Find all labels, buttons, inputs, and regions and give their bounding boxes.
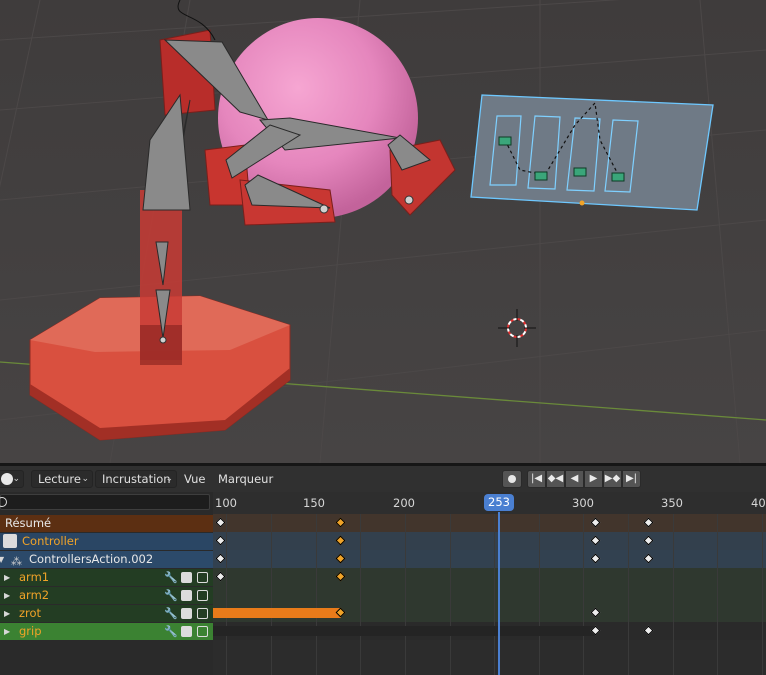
hold-bar-grip [213, 626, 596, 636]
wrench-icon[interactable]: 🔧 [164, 569, 178, 584]
wrench-icon[interactable]: 🔧 [164, 623, 178, 638]
timeline-row-summary [213, 514, 766, 532]
keying-menu-label: Incrustation [102, 472, 171, 486]
armature-icon [3, 534, 17, 548]
channel-group-arm2[interactable]: ▶ arm2 🔧 [0, 587, 213, 604]
channel-group-label: arm1 [19, 570, 50, 584]
play-reverse-button[interactable]: ◀ [565, 470, 584, 488]
wrench-icon[interactable]: 🔧 [164, 587, 178, 602]
gridline [673, 514, 674, 675]
timeline-row-object [213, 532, 766, 550]
dopesheet-header: ⌄ Lecture ⌄ Incrustation ⌄ Vue Marqueur … [0, 466, 766, 492]
playhead-line[interactable] [498, 512, 500, 675]
gridline [316, 514, 317, 675]
chevron-down-icon: ⌄ [81, 474, 89, 484]
playback-menu[interactable]: Lecture ⌄ [31, 470, 93, 488]
channel-group-zrot[interactable]: ▶ zrot 🔧 [0, 605, 213, 622]
action-icon: ⁂ [11, 555, 22, 568]
next-keyframe-icon: ▶◆ [604, 473, 621, 484]
current-frame-label: 253 [488, 495, 510, 509]
dopesheet-timeline[interactable]: 100 150 200 300 350 40 253 [213, 492, 766, 675]
marker-menu[interactable]: Marqueur [218, 470, 273, 488]
gridline [226, 514, 227, 675]
channel-action-label: ControllersAction.002 [29, 552, 154, 566]
chevron-down-icon: ⌄ [165, 474, 173, 484]
gridline [628, 514, 629, 675]
tick-label: 100 [215, 496, 237, 510]
checkbox-icon[interactable] [181, 626, 192, 637]
expand-right-icon: ▶ [4, 573, 11, 582]
channel-summary-label: Résumé [5, 516, 52, 530]
jump-end-icon: ▶| [625, 473, 638, 484]
timeline-row-arm1 [213, 568, 766, 586]
channel-group-label: zrot [19, 606, 42, 620]
wrench-icon[interactable]: 🔧 [164, 605, 178, 620]
play-button[interactable]: ▶ [584, 470, 603, 488]
play-reverse-icon: ◀ [570, 473, 579, 484]
jump-start-icon: |◀ [530, 473, 543, 484]
expand-right-icon: ▶ [4, 627, 11, 636]
lock-icon[interactable] [197, 608, 208, 619]
gridline [762, 514, 763, 675]
tick-label: 200 [393, 496, 415, 510]
gridline [539, 514, 540, 675]
gridline [360, 514, 361, 675]
expand-right-icon: ▶ [4, 609, 11, 618]
current-frame-indicator[interactable]: 253 [484, 494, 514, 511]
dopesheet-mode-icon [1, 473, 13, 485]
prev-keyframe-button[interactable]: ◆◀ [546, 470, 565, 488]
gridline [271, 514, 272, 675]
chevron-down-icon: ⌄ [12, 474, 20, 484]
prev-keyframe-icon: ◆◀ [547, 473, 564, 484]
gridline [405, 514, 406, 675]
playback-menu-label: Lecture [38, 472, 81, 486]
tick-label: 300 [572, 496, 594, 510]
channel-object[interactable]: Controller [0, 533, 213, 550]
channel-group-grip[interactable]: ▶ grip 🔧 [0, 623, 213, 640]
tick-label: 150 [303, 496, 325, 510]
record-icon [508, 475, 516, 483]
gridline [450, 514, 451, 675]
view-menu[interactable]: Vue [184, 470, 205, 488]
timeline-row-arm2 [213, 586, 766, 604]
hold-bar-zrot [213, 608, 341, 618]
checkbox-icon[interactable] [181, 608, 192, 619]
channel-group-arm1[interactable]: ▶ arm1 🔧 [0, 569, 213, 586]
lock-icon[interactable] [197, 572, 208, 583]
gridline [583, 514, 584, 675]
keying-menu[interactable]: Incrustation ⌄ [95, 470, 177, 488]
play-icon: ▶ [589, 473, 598, 484]
next-keyframe-button[interactable]: ▶◆ [603, 470, 622, 488]
expand-right-icon: ▶ [4, 591, 11, 600]
tick-label: 40 [751, 496, 766, 510]
checkbox-icon[interactable] [181, 590, 192, 601]
lock-icon[interactable] [197, 626, 208, 637]
channel-group-label: grip [19, 624, 42, 638]
channel-summary[interactable]: Résumé [0, 515, 213, 532]
timeline-row-action [213, 550, 766, 568]
channel-search-input[interactable] [0, 494, 210, 510]
channel-group-label: arm2 [19, 588, 50, 602]
3d-viewport[interactable] [0, 0, 766, 463]
editor-type-button[interactable]: ⌄ [0, 470, 24, 488]
gridline [494, 514, 495, 675]
record-button[interactable] [502, 470, 522, 488]
gridline [717, 514, 718, 675]
controller-panel[interactable] [470, 94, 714, 211]
channel-action[interactable]: ▼ ⁂ ControllersAction.002 [0, 551, 213, 568]
viewport-scene [0, 0, 766, 463]
lock-icon[interactable] [197, 590, 208, 601]
jump-end-button[interactable]: ▶| [622, 470, 641, 488]
jump-start-button[interactable]: |◀ [527, 470, 546, 488]
search-icon [0, 497, 7, 507]
expand-down-icon: ▼ [0, 555, 5, 564]
channel-object-label: Controller [22, 534, 79, 548]
checkbox-icon[interactable] [181, 572, 192, 583]
channel-region: Résumé Controller ▼ ⁂ ControllersAction.… [0, 492, 213, 675]
tick-label: 350 [661, 496, 683, 510]
